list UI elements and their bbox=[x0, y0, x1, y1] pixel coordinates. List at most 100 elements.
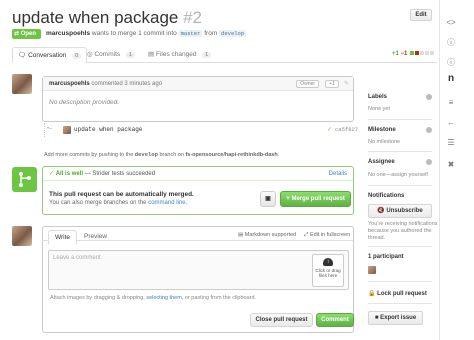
merge-info-repo[interactable]: fs-opensource/hapi-rethinkdb-dash bbox=[185, 152, 277, 158]
issues-icon[interactable]: ⓘ bbox=[446, 38, 456, 48]
status-badge-label: Open bbox=[20, 31, 37, 37]
milestone-gear-icon[interactable] bbox=[426, 127, 432, 133]
commit-avatar[interactable] bbox=[63, 126, 71, 134]
comment-author[interactable]: marcuspoehls bbox=[49, 81, 90, 87]
notifications-title: Notifications bbox=[368, 193, 405, 199]
upload-icon: ↑ bbox=[323, 258, 333, 266]
tab-preview[interactable]: Preview bbox=[84, 230, 107, 244]
milestone-value: No milestone bbox=[368, 139, 401, 145]
assignee-gear-icon[interactable] bbox=[426, 159, 432, 165]
sidebar-divider bbox=[368, 151, 432, 152]
lock-label: Lock pull request bbox=[377, 291, 427, 297]
merge-heading: This pull request can be automatically m… bbox=[49, 191, 194, 198]
tab-files-changed[interactable]: ▤ Files changed 1 bbox=[148, 47, 212, 63]
author-link[interactable]: marcuspoehls bbox=[46, 30, 90, 37]
fullscreen-link[interactable]: ⤢ Edit in fullscreen bbox=[304, 228, 350, 242]
participants-title: 1 participant bbox=[368, 254, 404, 260]
attach-suffix: , or pasting from the clipboard. bbox=[181, 295, 257, 301]
wiki-icon[interactable]: ≡ bbox=[446, 98, 456, 108]
author-avatar[interactable] bbox=[12, 74, 32, 94]
pr-title-text: update when package bbox=[12, 8, 179, 27]
labels-gear-icon[interactable] bbox=[426, 94, 432, 100]
clipboard-button[interactable]: ▣ bbox=[260, 191, 276, 207]
merge-button-icon: ⑂ bbox=[286, 196, 290, 202]
info-icon[interactable]: ⓘ bbox=[446, 58, 456, 68]
sidebar-divider bbox=[368, 185, 432, 186]
lock-pull-request[interactable]: 🔒 Lock pull request bbox=[368, 290, 427, 297]
commit-row: •– update when package ✓ ca5f827 bbox=[44, 123, 358, 137]
merge-info-suffix: . bbox=[277, 152, 280, 158]
code-icon[interactable]: <> bbox=[446, 18, 456, 28]
diff-deletions: −1 bbox=[400, 51, 408, 57]
sidebar-divider bbox=[368, 119, 432, 120]
merge-icon bbox=[12, 167, 37, 192]
unsubscribe-button[interactable]: 🔇 Unsubscribe bbox=[368, 204, 432, 218]
tab-write[interactable]: Write bbox=[48, 230, 78, 245]
viewer-avatar[interactable] bbox=[12, 226, 32, 246]
status-badge: ⇄ Open bbox=[12, 29, 41, 39]
assignee-title[interactable]: Assignee bbox=[368, 159, 395, 165]
comment-body: No description provided. bbox=[49, 99, 120, 106]
command-line-link[interactable]: command line bbox=[148, 200, 185, 206]
merge-button-label: Merge pull request bbox=[291, 196, 345, 202]
edit-button[interactable]: Edit bbox=[410, 9, 432, 21]
owner-badge: Owner bbox=[296, 80, 319, 88]
tab-conversation-count: 0 bbox=[72, 53, 81, 59]
tab-conversation[interactable]: 🗨 Conversation 0 bbox=[12, 47, 87, 63]
rail-divider bbox=[439, 0, 440, 340]
milestone-title[interactable]: Milestone bbox=[368, 127, 396, 133]
file-drop-zone[interactable]: ↑ Click or drag files here bbox=[312, 254, 344, 287]
comment-button[interactable]: Comment bbox=[316, 313, 354, 327]
merge-subtext: You can also merge branches on the comma… bbox=[49, 200, 187, 206]
reaction-button[interactable]: +1 bbox=[325, 80, 339, 88]
comment-time[interactable]: commented 3 minutes ago bbox=[91, 81, 162, 87]
fullscreen-icon: ⤢ bbox=[304, 232, 309, 238]
close-pull-request-button[interactable]: Close pull request bbox=[250, 313, 313, 327]
pr-tabs: 🗨 Conversation 0 ◎ Commits 1 ▤ Files cha… bbox=[12, 47, 437, 63]
unsubscribe-label: Unsubscribe bbox=[386, 208, 423, 214]
merge-info-branch: develop bbox=[134, 151, 158, 158]
notifications-text: You’re receiving notifications because y… bbox=[368, 221, 438, 241]
base-branch: master bbox=[178, 30, 203, 37]
merge-info-prefix: Add more commits by pushing to the bbox=[44, 152, 134, 158]
merge-pull-request-button[interactable]: ⑂ Merge pull request bbox=[280, 191, 351, 207]
attach-prefix: Attach images by dragging & dropping, bbox=[50, 295, 145, 301]
file-diff-icon: ▤ bbox=[148, 51, 155, 58]
graphs-icon[interactable]: ☰ bbox=[446, 138, 456, 148]
drop-text-2: files here bbox=[318, 273, 338, 278]
markdown-icon: ▤ bbox=[238, 232, 244, 238]
ci-details-link[interactable]: Details bbox=[329, 167, 347, 181]
sidebar-divider bbox=[368, 246, 432, 247]
pencil-icon[interactable]: ✎ bbox=[344, 77, 349, 91]
settings-icon[interactable]: ✖ bbox=[446, 160, 456, 170]
tab-commits-label: Commits bbox=[94, 51, 121, 58]
select-files-link[interactable]: selecting them bbox=[146, 295, 181, 301]
pulse-icon[interactable]: ← bbox=[446, 118, 456, 128]
conversation-icon: 🗨 bbox=[18, 52, 27, 59]
export-issue-button[interactable]: ■ Export issue bbox=[368, 311, 423, 325]
comment-textarea[interactable]: Leave a comment ↑ Click or drag files he… bbox=[48, 250, 349, 290]
merge-info: Add more commits by pushing to the devel… bbox=[44, 151, 279, 158]
tab-files-label: Files changed bbox=[155, 51, 197, 58]
fullscreen-label: Edit in fullscreen bbox=[309, 232, 351, 238]
labels-title[interactable]: Labels bbox=[368, 94, 387, 100]
assignee-value[interactable]: No one—assign yourself bbox=[368, 172, 428, 178]
pr-number: #2 bbox=[183, 8, 203, 27]
sidebar-divider bbox=[368, 303, 432, 304]
export-icon: ■ bbox=[374, 315, 379, 321]
commit-icon: ◎ bbox=[87, 51, 93, 58]
comment-header: marcuspoehls commented 3 minutes ago Own… bbox=[43, 77, 353, 91]
pull-requests-icon[interactable]: n bbox=[446, 74, 456, 84]
markdown-link[interactable]: ▤ Markdown supported bbox=[238, 228, 296, 242]
markdown-label: Markdown supported bbox=[244, 232, 297, 238]
tab-commits[interactable]: ◎ Commits 1 bbox=[87, 47, 135, 63]
merge-box: ✓ All is well — Strider tests succeeded … bbox=[42, 166, 354, 215]
merge-info-middle: branch on bbox=[159, 152, 184, 158]
commit-message[interactable]: update when package bbox=[74, 126, 142, 133]
sidebar-divider bbox=[368, 281, 432, 282]
pr-meta: marcuspoehls wants to merge 1 commit int… bbox=[46, 30, 247, 37]
participant-avatar[interactable] bbox=[368, 266, 376, 274]
commit-sha[interactable]: ca5f827 bbox=[335, 126, 358, 133]
new-comment-form: Write Preview ▤ Markdown supported ⤢ Edi… bbox=[42, 226, 354, 333]
comment-box: marcuspoehls commented 3 minutes ago Own… bbox=[42, 76, 354, 122]
